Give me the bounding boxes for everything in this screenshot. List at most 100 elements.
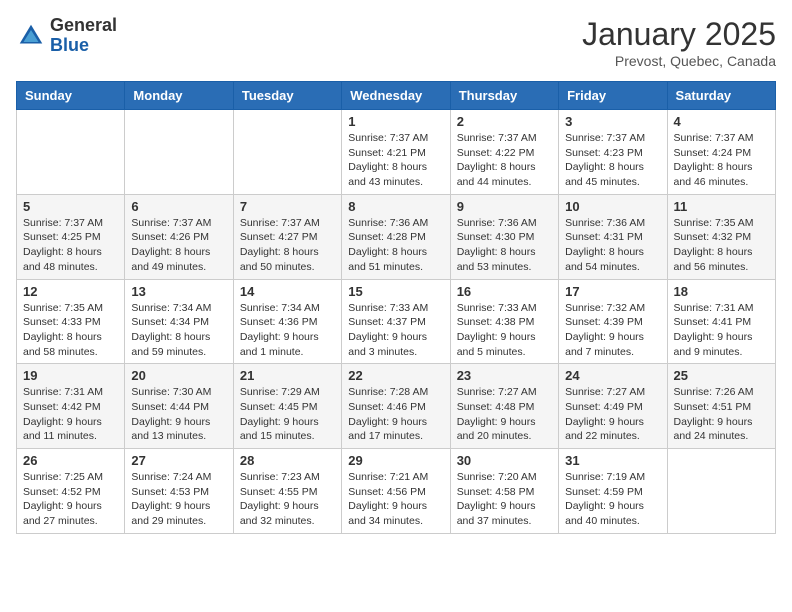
day-info: Sunrise: 7:20 AM Sunset: 4:58 PM Dayligh… [457,470,552,529]
day-number: 26 [23,453,118,468]
calendar-cell: 31 Sunrise: 7:19 AM Sunset: 4:59 PM Dayl… [559,449,667,534]
calendar-cell: 27 Sunrise: 7:24 AM Sunset: 4:53 PM Dayl… [125,449,233,534]
day-number: 8 [348,199,443,214]
sunrise-text: Sunrise: 7:34 AM [240,302,320,314]
calendar-week-3: 12 Sunrise: 7:35 AM Sunset: 4:33 PM Dayl… [17,279,776,364]
day-info: Sunrise: 7:23 AM Sunset: 4:55 PM Dayligh… [240,470,335,529]
sunrise-text: Sunrise: 7:26 AM [674,386,754,398]
sunrise-text: Sunrise: 7:37 AM [348,132,428,144]
daylight-text: Daylight: 9 hours and 9 minutes. [674,331,753,358]
sunset-text: Sunset: 4:41 PM [674,316,752,328]
day-number: 23 [457,368,552,383]
sunset-text: Sunset: 4:52 PM [23,486,101,498]
sunset-text: Sunset: 4:37 PM [348,316,426,328]
day-info: Sunrise: 7:34 AM Sunset: 4:36 PM Dayligh… [240,301,335,360]
sunset-text: Sunset: 4:44 PM [131,401,209,413]
day-info: Sunrise: 7:34 AM Sunset: 4:34 PM Dayligh… [131,301,226,360]
day-number: 21 [240,368,335,383]
sunset-text: Sunset: 4:27 PM [240,231,318,243]
day-info: Sunrise: 7:37 AM Sunset: 4:25 PM Dayligh… [23,216,118,275]
sunset-text: Sunset: 4:45 PM [240,401,318,413]
daylight-text: Daylight: 9 hours and 22 minutes. [565,416,644,443]
sunrise-text: Sunrise: 7:34 AM [131,302,211,314]
sunset-text: Sunset: 4:30 PM [457,231,535,243]
sunrise-text: Sunrise: 7:37 AM [457,132,537,144]
daylight-text: Daylight: 8 hours and 50 minutes. [240,246,319,273]
sunset-text: Sunset: 4:53 PM [131,486,209,498]
daylight-text: Daylight: 8 hours and 44 minutes. [457,161,536,188]
logo-icon [16,21,46,51]
day-info: Sunrise: 7:35 AM Sunset: 4:33 PM Dayligh… [23,301,118,360]
sunset-text: Sunset: 4:55 PM [240,486,318,498]
daylight-text: Daylight: 9 hours and 34 minutes. [348,500,427,527]
daylight-text: Daylight: 8 hours and 48 minutes. [23,246,102,273]
day-info: Sunrise: 7:37 AM Sunset: 4:21 PM Dayligh… [348,131,443,190]
sunset-text: Sunset: 4:48 PM [457,401,535,413]
calendar-cell: 13 Sunrise: 7:34 AM Sunset: 4:34 PM Dayl… [125,279,233,364]
calendar-week-4: 19 Sunrise: 7:31 AM Sunset: 4:42 PM Dayl… [17,364,776,449]
title-block: January 2025 Prevost, Quebec, Canada [582,16,776,69]
day-info: Sunrise: 7:27 AM Sunset: 4:48 PM Dayligh… [457,385,552,444]
calendar-cell: 19 Sunrise: 7:31 AM Sunset: 4:42 PM Dayl… [17,364,125,449]
calendar-cell: 14 Sunrise: 7:34 AM Sunset: 4:36 PM Dayl… [233,279,341,364]
day-info: Sunrise: 7:32 AM Sunset: 4:39 PM Dayligh… [565,301,660,360]
weekday-header-row: SundayMondayTuesdayWednesdayThursdayFrid… [17,82,776,110]
day-number: 6 [131,199,226,214]
calendar-cell: 29 Sunrise: 7:21 AM Sunset: 4:56 PM Dayl… [342,449,450,534]
sunrise-text: Sunrise: 7:31 AM [674,302,754,314]
day-info: Sunrise: 7:36 AM Sunset: 4:30 PM Dayligh… [457,216,552,275]
sunrise-text: Sunrise: 7:37 AM [674,132,754,144]
sunrise-text: Sunrise: 7:29 AM [240,386,320,398]
day-number: 30 [457,453,552,468]
weekday-header-monday: Monday [125,82,233,110]
sunset-text: Sunset: 4:59 PM [565,486,643,498]
daylight-text: Daylight: 9 hours and 15 minutes. [240,416,319,443]
day-number: 25 [674,368,769,383]
sunset-text: Sunset: 4:38 PM [457,316,535,328]
day-number: 16 [457,284,552,299]
day-number: 31 [565,453,660,468]
calendar-cell: 26 Sunrise: 7:25 AM Sunset: 4:52 PM Dayl… [17,449,125,534]
day-number: 28 [240,453,335,468]
sunset-text: Sunset: 4:58 PM [457,486,535,498]
calendar-cell: 22 Sunrise: 7:28 AM Sunset: 4:46 PM Dayl… [342,364,450,449]
calendar-cell: 15 Sunrise: 7:33 AM Sunset: 4:37 PM Dayl… [342,279,450,364]
day-number: 27 [131,453,226,468]
sunset-text: Sunset: 4:22 PM [457,147,535,159]
day-number: 5 [23,199,118,214]
logo-text: General Blue [50,16,117,56]
sunrise-text: Sunrise: 7:35 AM [23,302,103,314]
day-info: Sunrise: 7:27 AM Sunset: 4:49 PM Dayligh… [565,385,660,444]
daylight-text: Daylight: 8 hours and 58 minutes. [23,331,102,358]
sunrise-text: Sunrise: 7:30 AM [131,386,211,398]
calendar-cell: 17 Sunrise: 7:32 AM Sunset: 4:39 PM Dayl… [559,279,667,364]
sunset-text: Sunset: 4:24 PM [674,147,752,159]
day-number: 20 [131,368,226,383]
sunset-text: Sunset: 4:46 PM [348,401,426,413]
sunrise-text: Sunrise: 7:36 AM [348,217,428,229]
calendar-cell: 8 Sunrise: 7:36 AM Sunset: 4:28 PM Dayli… [342,194,450,279]
calendar-cell [125,110,233,195]
sunset-text: Sunset: 4:49 PM [565,401,643,413]
sunrise-text: Sunrise: 7:23 AM [240,471,320,483]
day-number: 29 [348,453,443,468]
sunrise-text: Sunrise: 7:28 AM [348,386,428,398]
sunset-text: Sunset: 4:51 PM [674,401,752,413]
day-number: 10 [565,199,660,214]
sunrise-text: Sunrise: 7:33 AM [348,302,428,314]
weekday-header-friday: Friday [559,82,667,110]
daylight-text: Daylight: 9 hours and 5 minutes. [457,331,536,358]
day-info: Sunrise: 7:24 AM Sunset: 4:53 PM Dayligh… [131,470,226,529]
day-info: Sunrise: 7:28 AM Sunset: 4:46 PM Dayligh… [348,385,443,444]
sunrise-text: Sunrise: 7:25 AM [23,471,103,483]
sunrise-text: Sunrise: 7:37 AM [565,132,645,144]
daylight-text: Daylight: 8 hours and 49 minutes. [131,246,210,273]
day-number: 17 [565,284,660,299]
daylight-text: Daylight: 9 hours and 29 minutes. [131,500,210,527]
calendar-cell: 25 Sunrise: 7:26 AM Sunset: 4:51 PM Dayl… [667,364,775,449]
calendar-week-1: 1 Sunrise: 7:37 AM Sunset: 4:21 PM Dayli… [17,110,776,195]
day-number: 15 [348,284,443,299]
day-info: Sunrise: 7:33 AM Sunset: 4:38 PM Dayligh… [457,301,552,360]
calendar-cell: 11 Sunrise: 7:35 AM Sunset: 4:32 PM Dayl… [667,194,775,279]
sunrise-text: Sunrise: 7:37 AM [240,217,320,229]
